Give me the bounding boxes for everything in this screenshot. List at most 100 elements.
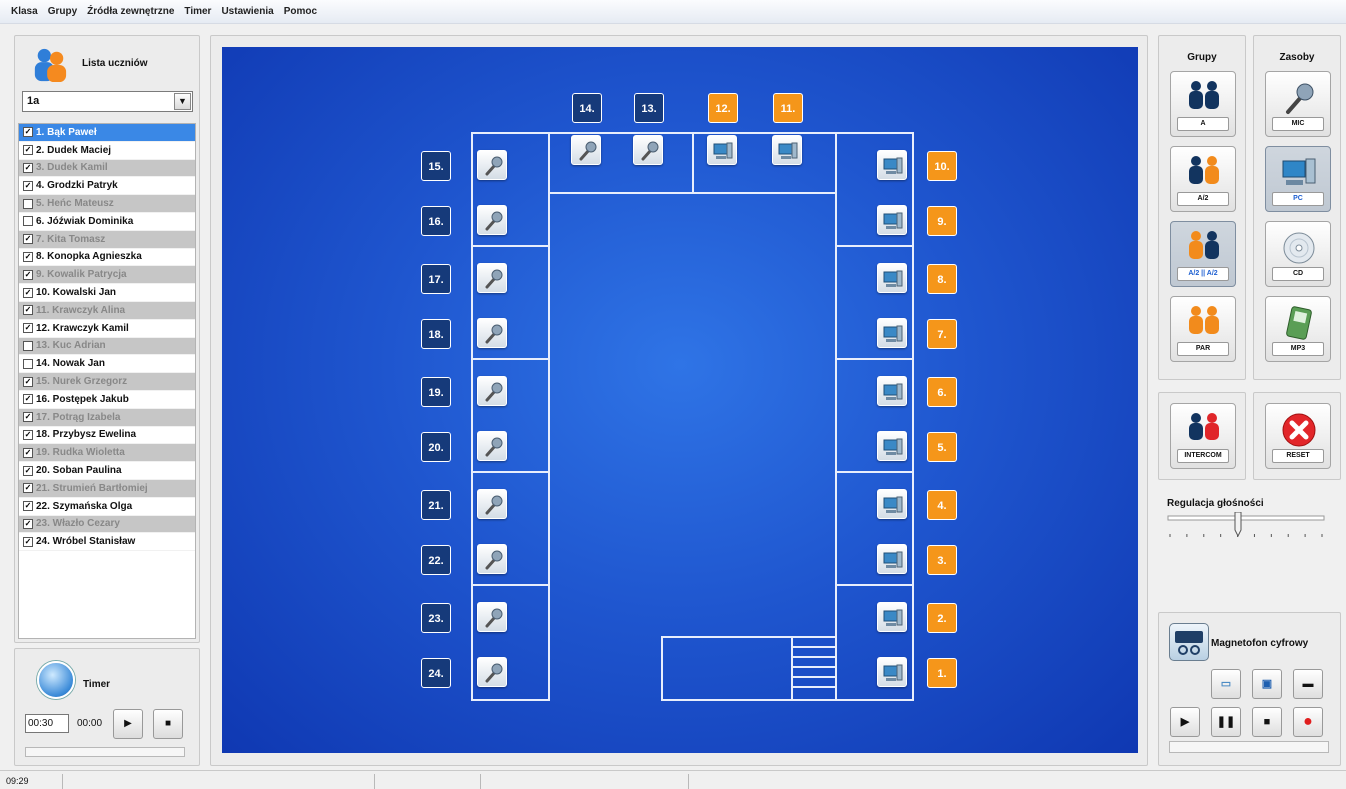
student-checkbox[interactable] <box>23 340 33 351</box>
student-checkbox[interactable]: ✓ <box>23 287 33 298</box>
pc-icon[interactable] <box>877 318 907 348</box>
student-row[interactable]: ✓ 4. Grodzki Patryk <box>19 177 195 196</box>
student-row[interactable]: ✓ 15. Nurek Grzegorz <box>19 373 195 391</box>
microphone-icon[interactable] <box>477 544 507 574</box>
student-checkbox[interactable]: ✓ <box>23 269 33 280</box>
student-checkbox[interactable]: ✓ <box>23 429 33 440</box>
chevron-down-icon[interactable]: ▼ <box>174 93 191 110</box>
student-checkbox[interactable]: ✓ <box>23 127 33 138</box>
student-row[interactable]: ✓ 18. Przybysz Ewelina <box>19 427 195 445</box>
volume-slider[interactable] <box>1166 512 1330 542</box>
rec-record-button[interactable]: ● <box>1293 707 1323 737</box>
microphone-icon[interactable] <box>477 602 507 632</box>
seat[interactable]: 2. <box>925 601 961 633</box>
microphone-icon[interactable] <box>477 431 507 461</box>
seat[interactable]: 21. <box>419 488 455 520</box>
student-checkbox[interactable]: ✓ <box>23 447 33 458</box>
microphone-icon[interactable] <box>633 135 663 165</box>
seat[interactable]: 16. <box>419 204 455 236</box>
microphone-icon[interactable] <box>571 135 601 165</box>
seat[interactable]: 7. <box>925 317 961 349</box>
seat[interactable]: 24. <box>419 656 455 688</box>
seat[interactable]: 17. <box>419 262 455 294</box>
seat[interactable]: 18. <box>419 317 455 349</box>
pc-icon[interactable] <box>877 544 907 574</box>
student-checkbox[interactable]: ✓ <box>23 501 33 512</box>
student-checkbox[interactable]: ✓ <box>23 145 33 156</box>
student-row[interactable]: ✓ 12. Krawczyk Kamil <box>19 320 195 338</box>
student-row[interactable]: ✓ 9. Kowalik Patrycja <box>19 266 195 285</box>
seat[interactable]: 12. <box>706 91 742 123</box>
rec-stop-button[interactable]: ■ <box>1252 707 1282 737</box>
microphone-icon[interactable] <box>477 657 507 687</box>
student-row[interactable]: ✓ 23. Włazło Cezary <box>19 515 195 534</box>
seat[interactable]: 5. <box>925 430 961 462</box>
pc-icon[interactable] <box>877 431 907 461</box>
seat[interactable]: 8. <box>925 262 961 294</box>
student-row[interactable]: ✓ 10. Kowalski Jan <box>19 284 195 302</box>
seat[interactable]: 23. <box>419 601 455 633</box>
student-row[interactable]: ✓ 7. Kita Tomasz <box>19 230 195 249</box>
microphone-icon[interactable] <box>477 263 507 293</box>
student-checkbox[interactable]: ✓ <box>23 180 33 191</box>
pc-icon[interactable] <box>877 489 907 519</box>
student-checkbox[interactable]: ✓ <box>23 376 33 387</box>
student-row[interactable]: ✓ 1. Bąk Paweł <box>19 124 195 142</box>
student-checkbox[interactable]: ✓ <box>23 483 33 494</box>
student-checkbox[interactable]: ✓ <box>23 536 33 547</box>
student-row[interactable]: ✓ 17. Potrąg Izabela <box>19 408 195 427</box>
student-row[interactable]: 6. Jóźwiak Dominika <box>19 213 195 231</box>
groups-button[interactable]: A/2 <box>1170 146 1236 212</box>
pc-icon[interactable] <box>877 205 907 235</box>
seat[interactable]: 13. <box>632 91 668 123</box>
student-row[interactable]: ✓ 2. Dudek Maciej <box>19 142 195 160</box>
student-checkbox[interactable]: ✓ <box>23 162 33 173</box>
student-checkbox[interactable]: ✓ <box>23 394 33 405</box>
seat[interactable]: 6. <box>925 375 961 407</box>
student-row[interactable]: ✓ 24. Wróbel Stanisław <box>19 533 195 552</box>
student-checkbox[interactable]: ✓ <box>23 251 33 262</box>
seat[interactable]: 15. <box>419 149 455 181</box>
groups-button[interactable]: A/2 || A/2 <box>1170 221 1236 287</box>
groups-button[interactable]: PAR <box>1170 296 1236 362</box>
pc-icon[interactable] <box>877 150 907 180</box>
student-checkbox[interactable]: ✓ <box>23 305 33 316</box>
menu-item[interactable]: Pomoc <box>279 6 322 17</box>
student-checkbox[interactable] <box>23 216 33 227</box>
pc-icon[interactable] <box>707 135 737 165</box>
pc-icon[interactable] <box>772 135 802 165</box>
rec-play-button[interactable]: ▶ <box>1170 707 1200 737</box>
resources-button[interactable]: CD <box>1265 221 1331 287</box>
open-button[interactable]: ▭ <box>1211 669 1241 699</box>
resources-button[interactable]: MP3 <box>1265 296 1331 362</box>
intercom-button[interactable]: INTERCOM <box>1170 403 1236 469</box>
microphone-icon[interactable] <box>477 205 507 235</box>
student-checkbox[interactable] <box>23 198 33 209</box>
reset-button[interactable]: RESET <box>1265 403 1331 469</box>
microphone-icon[interactable] <box>477 489 507 519</box>
menu-item[interactable]: Timer <box>179 6 216 17</box>
pc-icon[interactable] <box>877 376 907 406</box>
resources-button[interactable]: PC <box>1265 146 1331 212</box>
student-checkbox[interactable]: ✓ <box>23 412 33 423</box>
seat[interactable]: 22. <box>419 543 455 575</box>
student-row[interactable]: ✓ 20. Soban Paulina <box>19 462 195 480</box>
seat[interactable]: 19. <box>419 375 455 407</box>
seat[interactable]: 14. <box>570 91 606 123</box>
student-row[interactable]: 14. Nowak Jan <box>19 355 195 374</box>
save-button[interactable]: ▣ <box>1252 669 1282 699</box>
student-row[interactable]: 5. Heńc Mateusz <box>19 195 195 213</box>
class-select[interactable]: 1a ▼ <box>22 91 193 112</box>
tape-button[interactable]: ▬ <box>1293 669 1323 699</box>
microphone-icon[interactable] <box>477 150 507 180</box>
groups-button[interactable]: A <box>1170 71 1236 137</box>
student-checkbox[interactable]: ✓ <box>23 465 33 476</box>
rec-pause-button[interactable]: ❚❚ <box>1211 707 1241 737</box>
student-row[interactable]: ✓ 19. Rudka Wioletta <box>19 444 195 463</box>
student-checkbox[interactable]: ✓ <box>23 518 33 529</box>
seat[interactable]: 1. <box>925 656 961 688</box>
menu-item[interactable]: Klasa <box>6 6 43 17</box>
student-row[interactable]: 13. Kuc Adrian <box>19 337 195 356</box>
student-row[interactable]: ✓ 3. Dudek Kamil <box>19 159 195 178</box>
student-checkbox[interactable]: ✓ <box>23 234 33 245</box>
